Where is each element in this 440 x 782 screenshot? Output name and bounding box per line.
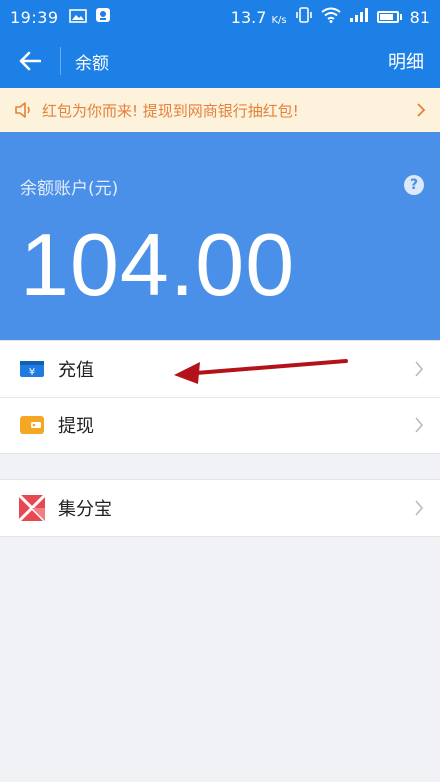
balance-actions-list: ¥ 充值 提现	[0, 340, 440, 454]
chevron-right-icon	[417, 103, 426, 117]
question-icon[interactable]: ?	[404, 175, 424, 195]
jifenbao-item[interactable]: 集分宝	[0, 480, 440, 536]
withdraw-label: 提现	[58, 416, 94, 437]
notification-icon	[95, 7, 111, 27]
details-button[interactable]: 明细	[388, 48, 424, 74]
balance-amount: 104.00	[20, 215, 296, 314]
battery-percent: 81	[409, 7, 430, 27]
chevron-right-icon	[415, 500, 424, 516]
balance-label: 余额账户(元)	[20, 179, 119, 199]
recharge-icon: ¥	[18, 355, 46, 383]
page-title: 余额	[75, 53, 109, 74]
jifenbao-label: 集分宝	[58, 499, 112, 520]
chevron-right-icon	[415, 361, 424, 377]
back-button[interactable]	[0, 34, 60, 88]
arrow-left-icon	[19, 51, 41, 71]
status-bar: 19:39 13.7 K/s 81	[0, 0, 440, 34]
app-bar: 余额 明细	[0, 34, 440, 88]
signal-icon	[349, 7, 369, 27]
battery-icon	[376, 11, 402, 23]
services-list: 集分宝	[0, 479, 440, 537]
chevron-right-icon	[415, 417, 424, 433]
app-bar-divider	[60, 47, 61, 75]
network-speed: 13.7 K/s	[230, 7, 287, 27]
recharge-item[interactable]: ¥ 充值	[0, 341, 440, 397]
status-time: 19:39	[10, 7, 59, 27]
speaker-icon	[15, 102, 30, 118]
balance-card: 余额账户(元) ? 104.00	[0, 132, 440, 340]
withdraw-wallet-icon	[18, 411, 46, 439]
wifi-icon	[321, 7, 341, 27]
recharge-label: 充值	[58, 360, 94, 381]
svg-text:¥: ¥	[29, 367, 35, 378]
promo-notice-text: 红包为你而来! 提现到网商银行抽红包!	[42, 101, 299, 120]
withdraw-item[interactable]: 提现	[0, 397, 440, 453]
jifenbao-icon	[18, 494, 46, 522]
promo-notice-bar[interactable]: 红包为你而来! 提现到网商银行抽红包!	[0, 88, 440, 132]
vibrate-icon	[295, 7, 313, 27]
image-icon	[68, 8, 87, 27]
